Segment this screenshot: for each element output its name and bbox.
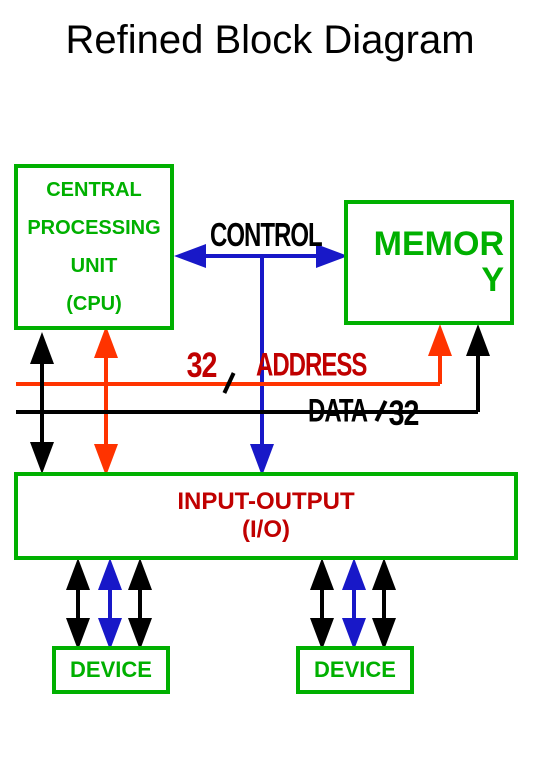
memory-block: MEMOR Y: [344, 200, 514, 325]
address-bus-width: 32: [187, 345, 217, 387]
data-bus-width: 32: [389, 393, 419, 435]
cpu-block: CENTRAL PROCESSING UNIT (CPU): [14, 164, 174, 330]
memory-line2: Y: [481, 263, 504, 299]
control-bus-label: CONTROL: [210, 216, 322, 255]
device-block-1: DEVICE: [52, 646, 170, 694]
diagram-title: Refined Block Diagram: [0, 18, 540, 63]
bus-width-tick-address: [223, 372, 236, 394]
io-line2: (I/O): [242, 516, 290, 544]
data-bus-label: DATA: [308, 393, 367, 431]
bus-width-tick-data: [375, 400, 388, 422]
device-block-2: DEVICE: [296, 646, 414, 694]
cpu-line2: PROCESSING: [27, 209, 160, 247]
cpu-line4: (CPU): [66, 285, 122, 323]
io-block: INPUT-OUTPUT (I/O): [14, 472, 518, 560]
cpu-line3: UNIT: [71, 247, 118, 285]
memory-line1: MEMOR: [374, 227, 504, 263]
io-line1: INPUT-OUTPUT: [177, 488, 354, 516]
address-bus-label: ADDRESS: [256, 347, 366, 385]
cpu-line1: CENTRAL: [46, 171, 142, 209]
